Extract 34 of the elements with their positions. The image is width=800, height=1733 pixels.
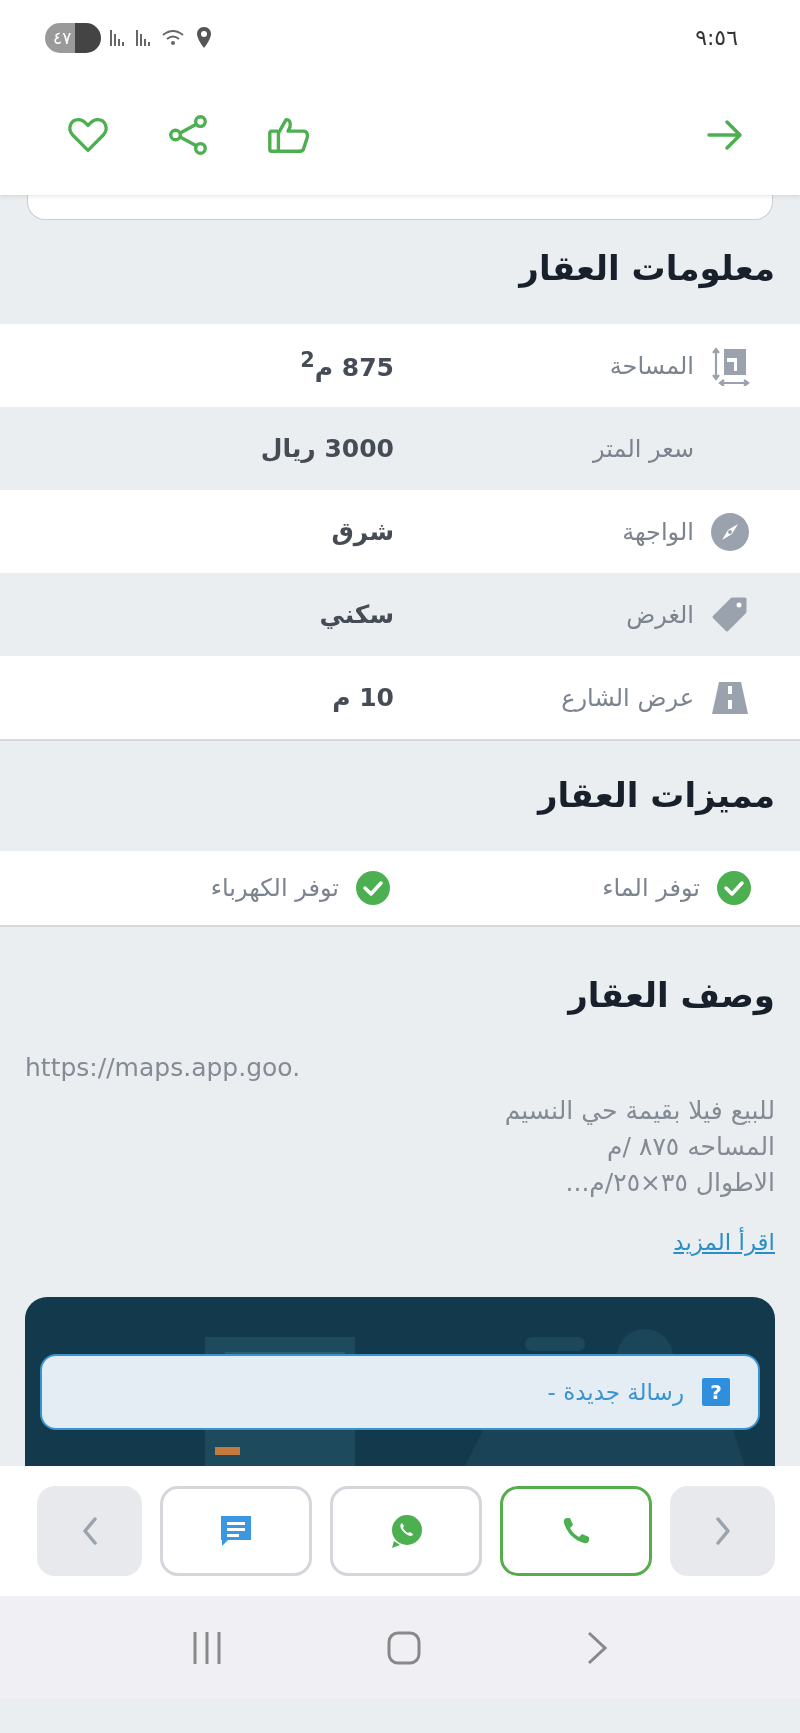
field-label: الغرض	[625, 600, 694, 629]
feature-label: توفر الكهرباء	[210, 874, 339, 902]
description-line: الاطوال ٣٥×٢٥/م...	[564, 1167, 775, 1199]
location-pin-icon	[195, 25, 213, 50]
chevron-left-icon	[82, 1517, 97, 1545]
contact-button[interactable]	[160, 1486, 312, 1576]
toast-message: رسالة جديدة -	[547, 1379, 684, 1405]
field-label: عرض الشارع	[560, 683, 694, 712]
contact-button[interactable]	[500, 1486, 652, 1576]
description-line: للبيع فيلا بقيمة حي النسيم	[503, 1095, 775, 1127]
field-value: سكني	[319, 600, 394, 629]
clock-time: ٩:٥٦	[695, 25, 738, 50]
help-icon: ?	[702, 1378, 730, 1406]
field-value: شرق	[331, 517, 394, 546]
section-heading: وصف العقار	[565, 974, 776, 1018]
home-icon[interactable]	[386, 1629, 422, 1666]
field-label: الواجهة	[621, 517, 694, 546]
feature-label: توفر الماء	[602, 874, 700, 902]
chevron-right-icon	[715, 1517, 730, 1545]
read-more-link[interactable]: اقرأ المزيد	[673, 1229, 775, 1255]
section-heading: مميزات العقار	[535, 774, 776, 818]
description-line: المساحه ٨٧٥ /م	[606, 1131, 775, 1163]
floor-plan-icon	[710, 345, 750, 386]
field-label: سعر المتر	[591, 434, 694, 463]
field-label: المساحة	[608, 351, 694, 380]
contact-button[interactable]	[330, 1486, 482, 1576]
section-heading: معلومات العقار	[516, 247, 776, 291]
field-value: 10 م	[332, 683, 394, 712]
recent-apps-icon[interactable]	[191, 1629, 224, 1666]
battery-indicator: ٤٧	[45, 22, 101, 53]
field-value: 3000 ريال	[260, 434, 394, 463]
chat-bubble-icon	[218, 1513, 254, 1549]
description-url: https://maps.app.goo.	[25, 1052, 302, 1084]
compass-icon	[710, 511, 750, 552]
